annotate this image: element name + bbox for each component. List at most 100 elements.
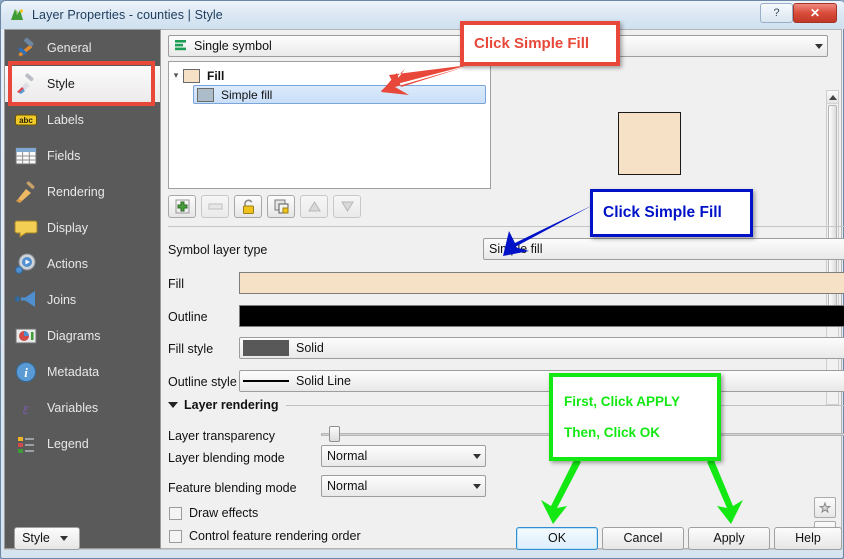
feature-blending-combo[interactable]: Normal [321, 475, 486, 497]
move-layer-down-button[interactable] [333, 195, 361, 218]
feature-blending-label: Feature blending mode [168, 481, 297, 495]
sidebar-label-variables: Variables [47, 401, 99, 415]
sidebar-item-display[interactable]: Display [5, 210, 160, 246]
apply-button[interactable]: Apply [688, 526, 770, 550]
annotation-blue-callout: Click Simple Fill [590, 189, 753, 237]
sidebar-label-fields: Fields [47, 149, 81, 163]
layer-transparency-label: Layer transparency [168, 429, 276, 443]
add-symbol-layer-button[interactable] [168, 195, 196, 218]
outline-style-label: Outline style [168, 375, 237, 389]
annotation-green-arrow-apply [707, 458, 743, 524]
symbol-layer-type-label: Symbol layer type [168, 243, 268, 257]
tree-label-fill: Fill [207, 68, 225, 83]
outline-row: Outline [168, 305, 246, 329]
chevron-down-icon[interactable] [810, 36, 827, 56]
sidebar-item-general[interactable]: General [5, 30, 160, 66]
effects-star-icon [818, 500, 832, 513]
annotation-blue-arrow [503, 205, 593, 256]
outline-style-chip [243, 373, 289, 389]
outline-style-value: Solid Line [296, 374, 351, 388]
help-button[interactable]: Help [774, 526, 842, 550]
ok-button[interactable]: OK [516, 526, 598, 550]
cancel-label: Cancel [623, 531, 663, 545]
sidebar-item-joins[interactable]: Joins [5, 282, 160, 318]
layer-blending-row: Layer blending mode [168, 447, 310, 469]
outline-style-combo[interactable]: Solid Line [239, 370, 844, 392]
scroll-up-icon[interactable] [827, 91, 838, 104]
info-circle-icon: i [13, 359, 39, 385]
move-layer-up-button[interactable] [300, 195, 328, 218]
collapse-triangle-icon[interactable] [168, 402, 178, 408]
layer-properties-window: Layer Properties - counties | Style ? ✕ … [0, 0, 844, 559]
style-menu-label: Style [22, 531, 50, 545]
sidebar-label-general: General [47, 41, 92, 55]
slider-handle[interactable] [329, 426, 340, 442]
draw-effects-checkbox[interactable] [169, 506, 182, 520]
feature-blending-row: Feature blending mode [168, 477, 310, 499]
sidebar-item-variables[interactable]: ε Variables [5, 390, 160, 426]
remove-symbol-layer-button[interactable] [201, 195, 229, 218]
symbol-preview [618, 112, 681, 175]
style-menu-button[interactable]: Style [14, 526, 80, 550]
outline-color-button[interactable] [239, 305, 844, 327]
abc-label-icon: abc [13, 107, 39, 133]
effects-settings-button[interactable] [814, 497, 836, 518]
svg-text:ε: ε [23, 399, 30, 418]
fill-color-button[interactable] [239, 272, 844, 294]
svg-text:i: i [24, 365, 28, 380]
paintbrush-icon [13, 71, 39, 97]
close-icon[interactable]: ✕ [793, 3, 837, 23]
sidebar-label-diagrams: Diagrams [47, 329, 101, 343]
draw-effects-label: Draw effects [189, 506, 259, 520]
annotation-red-text: Click Simple Fill [474, 35, 590, 52]
lock-icon [242, 199, 254, 214]
layer-rendering-header[interactable]: Layer rendering [168, 398, 844, 412]
annotation-blue-text: Click Simple Fill [603, 204, 722, 221]
chevron-down-icon[interactable] [468, 476, 485, 496]
help-label: Help [795, 531, 821, 545]
speech-bubble-icon [13, 215, 39, 241]
chevron-down-icon [59, 535, 68, 541]
outline-style-row: Outline style [168, 370, 246, 394]
window-title: Layer Properties - counties | Style [32, 8, 223, 22]
sidebar-label-metadata: Metadata [47, 365, 100, 379]
sidebar-item-style[interactable]: Style [5, 66, 160, 102]
fill-swatch [183, 68, 200, 83]
duplicate-layer-button[interactable] [267, 195, 295, 218]
sidebar-item-rendering[interactable]: Rendering [5, 174, 160, 210]
layer-blending-value: Normal [327, 449, 368, 463]
layer-blending-label: Layer blending mode [168, 451, 285, 465]
layer-transparency-row: Layer transparency [168, 425, 310, 447]
sidebar-item-fields[interactable]: Fields [5, 138, 160, 174]
expand-twisty-icon[interactable]: ▾ [169, 70, 183, 81]
titlebar-help-button[interactable]: ? [760, 3, 793, 23]
chevron-down-icon[interactable] [468, 446, 485, 466]
sidebar-item-diagrams[interactable]: Diagrams [5, 318, 160, 354]
sidebar-item-labels[interactable]: abc Labels [5, 102, 160, 138]
arrow-up-icon [307, 201, 321, 212]
fill-style-combo[interactable]: Solid [239, 337, 844, 359]
sidebar-label-actions: Actions [47, 257, 88, 271]
cancel-button[interactable]: Cancel [602, 526, 684, 550]
lock-colors-button[interactable] [234, 195, 262, 218]
fill-style-chip [243, 340, 289, 356]
symbol-layer-type-row: Symbol layer type [168, 238, 267, 262]
sidebar-label-display: Display [47, 221, 88, 235]
epsilon-icon: ε [13, 395, 39, 421]
fill-color-swatch [240, 273, 844, 293]
single-symbol-icon [174, 38, 188, 55]
annotation-green-line2: Then, Click OK [564, 425, 661, 440]
fill-style-row: Fill style [168, 337, 246, 361]
hammer-wrench-icon [13, 35, 39, 61]
annotation-green-arrow-ok [541, 458, 581, 524]
fill-style-value: Solid [296, 341, 324, 355]
sidebar-item-legend[interactable]: Legend [5, 426, 160, 462]
layer-blending-combo[interactable]: Normal [321, 445, 486, 467]
sidebar-item-metadata[interactable]: i Metadata [5, 354, 160, 390]
renderer-type-value: Single symbol [194, 39, 272, 53]
annotation-red-arrow [381, 65, 469, 95]
annotation-red-callout: Click Simple Fill [460, 21, 620, 66]
sidebar-label-style: Style [47, 77, 75, 91]
feature-blending-value: Normal [327, 479, 368, 493]
sidebar-item-actions[interactable]: Actions [5, 246, 160, 282]
